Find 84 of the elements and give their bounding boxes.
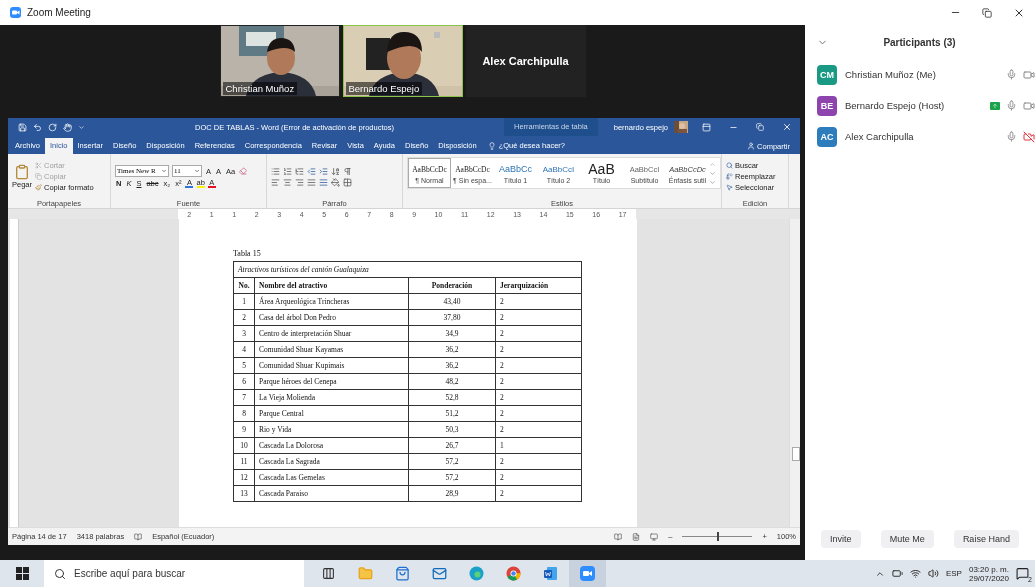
undo-icon[interactable]	[33, 122, 42, 132]
align-center-icon[interactable]	[283, 177, 292, 187]
video-tile[interactable]: Bernardo Espejo	[342, 25, 463, 97]
search-field[interactable]: Escribe aquí para buscar	[44, 560, 304, 587]
scrollbar[interactable]	[789, 219, 800, 527]
search-icon	[54, 567, 66, 580]
browser-icon[interactable]	[506, 566, 521, 581]
save-icon[interactable]	[18, 122, 27, 132]
windows-logo-icon[interactable]	[15, 567, 29, 580]
redo-icon[interactable]	[48, 122, 57, 132]
control-button[interactable]: Mute Me	[880, 530, 934, 548]
close-icon[interactable]	[782, 122, 792, 132]
document-app-icon[interactable]	[543, 566, 558, 581]
task-view-icon[interactable]	[322, 567, 335, 580]
video-tile[interactable]: Christian Muñoz	[219, 25, 340, 97]
speaker-icon[interactable]	[927, 568, 939, 579]
justify-icon[interactable]	[307, 177, 316, 187]
paintbrush-icon	[35, 184, 42, 191]
restore-icon[interactable]	[982, 7, 992, 18]
microphone-icon[interactable]	[1006, 131, 1017, 142]
web-layout-icon[interactable]	[650, 532, 659, 541]
borders-icon[interactable]	[343, 177, 352, 187]
participant-name: Bernardo Espejo	[345, 82, 423, 95]
camera-off-icon[interactable]	[1023, 130, 1035, 143]
microphone-icon[interactable]	[1006, 100, 1017, 111]
lightbulb-icon	[487, 142, 496, 150]
dropdown-icon	[161, 168, 167, 174]
browser-icon[interactable]	[469, 566, 484, 581]
video-tile[interactable]: Alex Carchipulla	[465, 25, 586, 97]
window-title: Zoom Meeting	[27, 7, 92, 18]
avatar: BE	[817, 95, 837, 116]
video-camera-icon[interactable]	[580, 566, 595, 581]
clock-date[interactable]: 29/07/2020	[968, 573, 1009, 583]
pointer-icon	[726, 184, 733, 191]
increase-indent-icon[interactable]	[319, 166, 328, 176]
align-right-icon[interactable]	[295, 177, 304, 187]
language-indicator[interactable]: ESP	[945, 569, 962, 578]
customize-icon[interactable]	[78, 123, 85, 131]
print-layout-icon[interactable]	[632, 532, 641, 541]
align-left-icon[interactable]	[271, 177, 280, 187]
microphone-icon[interactable]	[1006, 69, 1017, 80]
copy-icon	[35, 173, 42, 180]
shading-icon[interactable]	[331, 177, 340, 187]
zoom-logo-icon	[10, 7, 21, 18]
search-icon	[726, 162, 733, 169]
restore-icon[interactable]	[756, 123, 764, 131]
avatar: AC	[817, 126, 837, 147]
clipboard-icon[interactable]	[14, 164, 30, 180]
wifi-icon[interactable]	[909, 568, 921, 579]
control-button[interactable]: Raise Hand	[953, 530, 1019, 548]
person-icon	[747, 142, 756, 150]
decrease-indent-icon[interactable]	[307, 166, 316, 176]
control-button[interactable]: Invite	[821, 530, 861, 548]
ribbon-display-icon[interactable]	[702, 122, 711, 132]
read-mode-icon[interactable]	[614, 532, 623, 541]
bullets-icon[interactable]	[271, 166, 280, 176]
scroll-down-icon[interactable]	[709, 169, 716, 177]
participant-name: Bernardo Espejo (Host)	[845, 100, 946, 111]
numbering-icon[interactable]	[283, 166, 292, 176]
table-caption: Tabla 15	[233, 249, 262, 258]
replace-icon	[726, 173, 733, 180]
camera-icon[interactable]	[1023, 68, 1035, 81]
avatar: CM	[817, 64, 837, 85]
sort-icon[interactable]	[331, 166, 340, 176]
participant-name: Christian Muñoz	[222, 82, 298, 95]
scissors-icon	[35, 162, 42, 169]
battery-icon[interactable]	[891, 568, 903, 579]
shopping-bag-icon[interactable]	[395, 566, 410, 581]
multilevel-list-icon[interactable]	[295, 166, 304, 176]
clock-time[interactable]: 03:20 p. m.	[968, 564, 1009, 574]
pilcrow-icon[interactable]	[343, 166, 352, 176]
proofing-icon[interactable]	[134, 532, 143, 541]
dropdown-icon	[194, 168, 200, 174]
notifications-icon[interactable]	[1016, 567, 1029, 580]
participant-name: Alex Carchipulla	[482, 55, 569, 67]
mail-icon[interactable]	[432, 566, 447, 581]
panel-title: Participants (3)	[882, 36, 957, 48]
line-spacing-icon[interactable]	[319, 177, 328, 187]
more-icon[interactable]	[709, 178, 716, 186]
camera-icon[interactable]	[1023, 99, 1035, 112]
participant-name: Christian Muñoz (Me)	[845, 69, 937, 80]
eraser-icon[interactable]	[239, 167, 248, 175]
touch-mode-icon[interactable]	[63, 122, 72, 132]
participant-name: Alex Carchipulla	[845, 131, 915, 142]
